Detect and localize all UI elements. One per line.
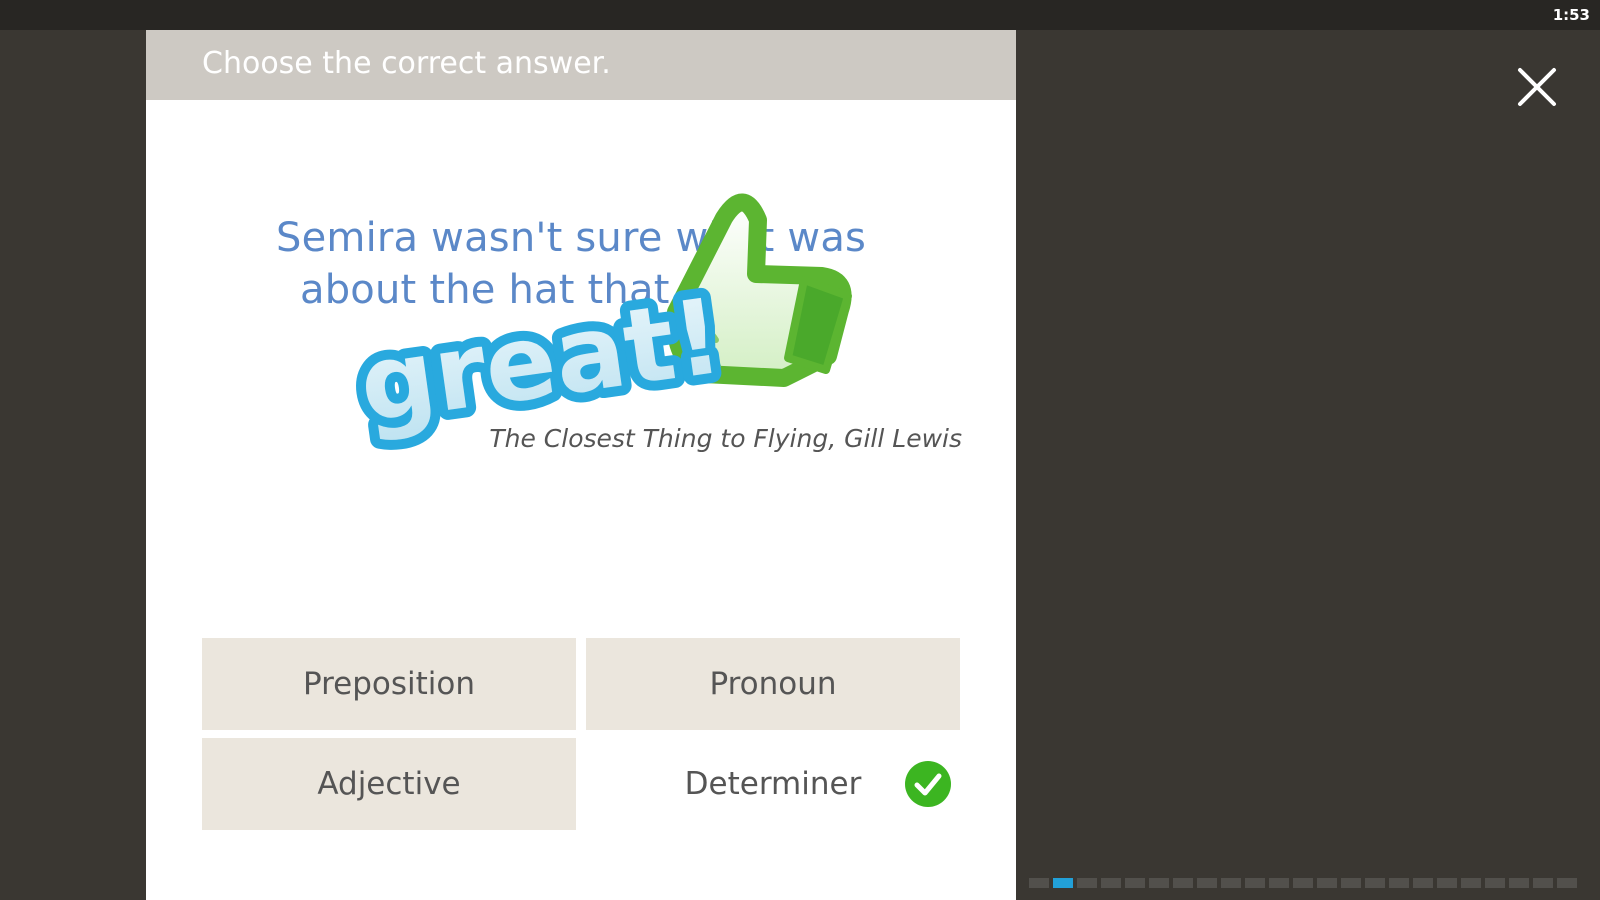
progress-segment <box>1101 878 1121 888</box>
progress-segment <box>1365 878 1385 888</box>
progress-segment <box>1437 878 1457 888</box>
progress-segment <box>1533 878 1553 888</box>
progress-segment <box>1077 878 1097 888</box>
correct-check-icon <box>905 761 951 807</box>
progress-segment <box>1461 878 1481 888</box>
progress-indicator <box>1029 878 1577 888</box>
progress-segment <box>1341 878 1361 888</box>
answer-option-pronoun[interactable]: Pronoun <box>586 638 960 730</box>
progress-segment <box>1485 878 1505 888</box>
progress-segment <box>1413 878 1433 888</box>
progress-segment <box>1557 878 1577 888</box>
progress-segment <box>1149 878 1169 888</box>
progress-segment <box>1173 878 1193 888</box>
progress-segment <box>1245 878 1265 888</box>
card-header: Choose the correct answer. <box>146 30 1016 100</box>
answer-label: Pronoun <box>709 666 837 702</box>
answer-option-preposition[interactable]: Preposition <box>202 638 576 730</box>
status-time: 1:53 <box>1552 6 1590 24</box>
close-button[interactable] <box>1512 62 1562 112</box>
progress-segment <box>1509 878 1529 888</box>
answer-label: Determiner <box>684 766 862 802</box>
progress-segment <box>1029 878 1049 888</box>
progress-segment <box>1269 878 1289 888</box>
progress-segment <box>1221 878 1241 888</box>
progress-segment <box>1293 878 1313 888</box>
status-bar: 1:53 <box>0 0 1600 30</box>
progress-segment <box>1389 878 1409 888</box>
answer-label: Adjective <box>317 766 461 802</box>
answer-option-adjective[interactable]: Adjective <box>202 738 576 830</box>
question-card: Choose the correct answer. Semira wasn't… <box>146 30 1016 900</box>
progress-segment <box>1197 878 1217 888</box>
progress-segment <box>1125 878 1145 888</box>
close-icon <box>1518 68 1556 106</box>
answer-label: Preposition <box>302 666 476 702</box>
instruction-text: Choose the correct answer. <box>202 46 611 81</box>
great-text: great! <box>352 275 729 446</box>
progress-segment <box>1053 878 1073 888</box>
progress-segment <box>1317 878 1337 888</box>
great-feedback-overlay: great! <box>342 193 852 456</box>
answer-option-determiner[interactable]: Determiner <box>586 738 960 830</box>
